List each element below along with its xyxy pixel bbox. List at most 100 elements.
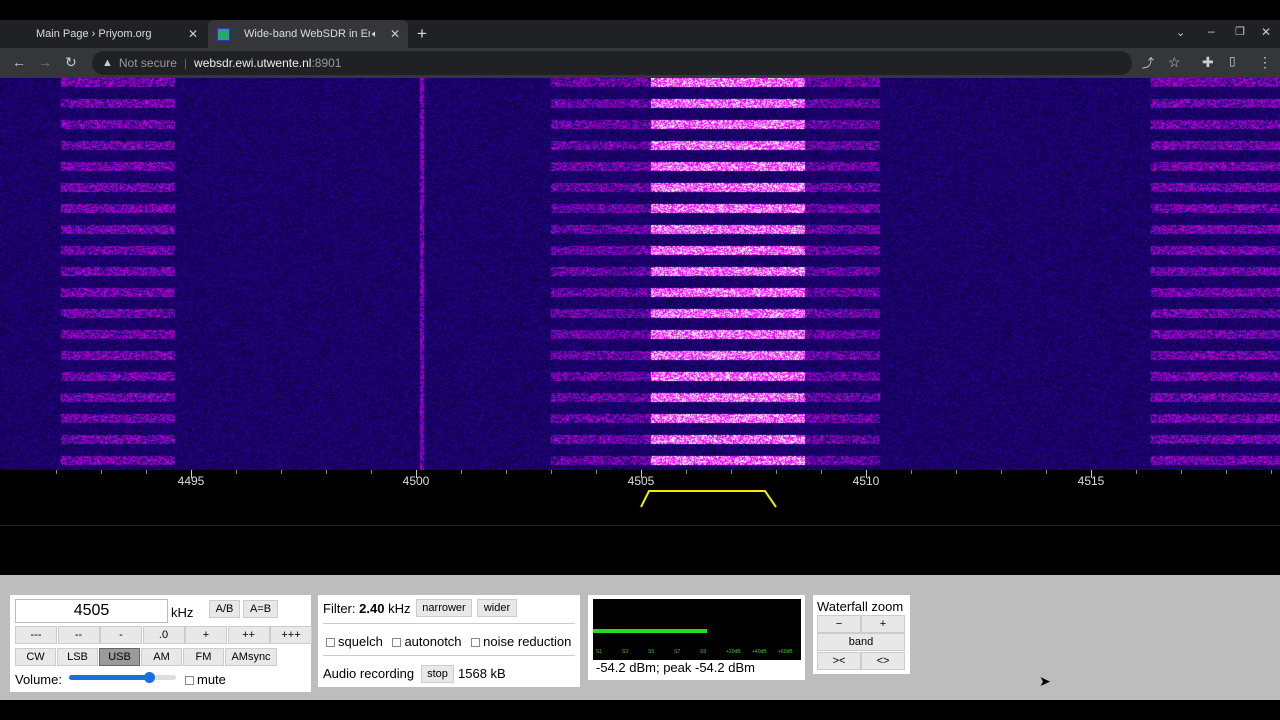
bookmark-star-icon[interactable]: ☆ bbox=[1168, 54, 1181, 71]
scale-tick bbox=[731, 470, 732, 474]
narrower-button[interactable]: narrower bbox=[416, 599, 472, 617]
scale-tick bbox=[1046, 470, 1047, 474]
zoom-in-button[interactable]: + bbox=[861, 615, 905, 633]
security-label: Not secure bbox=[118, 56, 177, 70]
spacer bbox=[0, 525, 1280, 575]
autonotch-label: autonotch bbox=[404, 634, 462, 649]
zoom-narrow-button[interactable]: >< bbox=[817, 652, 861, 670]
mode-button-fm[interactable]: FM bbox=[183, 648, 224, 666]
smeter-scale-label: S9 bbox=[700, 649, 707, 655]
smeter-box: S1 S3 S5 S7 S9 +20dB +40dB +60dB -54.2 dBm; pea… bbox=[588, 595, 805, 680]
filter-label: Filter: bbox=[323, 601, 356, 616]
scale-label: 4500 bbox=[402, 474, 430, 488]
waterfall-zoom-title: Waterfall zoom bbox=[817, 599, 904, 614]
ab-button[interactable]: A/B bbox=[209, 600, 240, 618]
squelch-checkbox[interactable]: squelch bbox=[326, 634, 383, 649]
scale-label: 4495 bbox=[177, 474, 205, 488]
speaker-icon[interactable]: 🔈︎ bbox=[372, 29, 378, 40]
mode-button-am[interactable]: AM bbox=[141, 648, 182, 666]
forward-icon[interactable]: → bbox=[38, 54, 52, 70]
tune-step-button[interactable]: + bbox=[185, 626, 227, 644]
autonotch-checkbox[interactable]: autonotch bbox=[392, 634, 462, 649]
waterfall-display[interactable] bbox=[0, 78, 1280, 470]
frequency-input[interactable]: 4505 bbox=[15, 599, 168, 623]
scale-tick bbox=[101, 470, 102, 474]
signal-level-bar bbox=[593, 629, 708, 633]
top-bar bbox=[0, 0, 1280, 20]
smeter-scale-label: +40dB bbox=[752, 649, 767, 655]
tab-websdr[interactable]: Wide-band WebSDR in Ensch 🔈︎ ✕ bbox=[208, 20, 408, 48]
squelch-label: squelch bbox=[338, 634, 383, 649]
url-port: :8901 bbox=[311, 56, 342, 70]
mode-button-cw[interactable]: CW bbox=[15, 648, 56, 666]
volume-slider[interactable] bbox=[69, 672, 176, 683]
tab-search-icon[interactable]: ⌄ bbox=[1176, 26, 1185, 39]
filter-box: Filter: 2.40 kHz narrower wider squelch … bbox=[318, 595, 580, 687]
mode-button-lsb[interactable]: LSB bbox=[57, 648, 98, 666]
scale-tick bbox=[911, 470, 912, 474]
noise-reduction-checkbox[interactable]: noise reduction bbox=[471, 634, 571, 649]
scale-tick bbox=[146, 470, 147, 474]
menu-icon[interactable]: ⋮ bbox=[1258, 54, 1272, 71]
reload-icon[interactable]: ↻ bbox=[65, 54, 77, 71]
restore-icon[interactable]: ❐ bbox=[1235, 25, 1245, 38]
recording-label: Audio recording bbox=[323, 666, 415, 681]
tune-step-button[interactable]: -- bbox=[57, 626, 100, 644]
zoom-out-button[interactable]: − bbox=[817, 615, 861, 633]
scale-label: 4505 bbox=[627, 474, 655, 488]
scale-tick bbox=[56, 470, 57, 474]
side-panel-icon[interactable]: ▯ bbox=[1229, 54, 1236, 68]
extensions-icon[interactable]: ✚ bbox=[1202, 54, 1214, 71]
scale-tick bbox=[506, 470, 507, 474]
frequency-scale[interactable]: 4495 4500 4505 4510 4515 bbox=[0, 470, 1280, 525]
smeter-scale-label: S3 bbox=[622, 649, 629, 655]
volume-label: Volume: bbox=[15, 672, 62, 687]
warning-icon: ▲ bbox=[102, 57, 113, 69]
close-window-icon[interactable]: ✕ bbox=[1261, 25, 1271, 39]
scale-tick bbox=[281, 470, 282, 474]
tune-step-button[interactable]: .0 bbox=[142, 626, 185, 644]
smeter-scale-label: +60dB bbox=[778, 649, 793, 655]
scale-tick bbox=[461, 470, 462, 474]
smeter-scale-label: S5 bbox=[648, 649, 655, 655]
mode-button-usb[interactable]: USB bbox=[99, 648, 140, 666]
scale-tick bbox=[236, 470, 237, 474]
tune-step-button[interactable]: - bbox=[100, 626, 142, 644]
filter-unit: kHz bbox=[388, 601, 411, 616]
url-host: websdr.ewi.utwente.nl bbox=[194, 56, 312, 70]
tune-step-button[interactable]: ++ bbox=[227, 626, 270, 644]
close-tab-icon[interactable]: ✕ bbox=[188, 27, 198, 41]
tab-priyom[interactable]: Main Page › Priyom.org ✕ bbox=[0, 20, 206, 48]
tuning-box: 4505 kHz A/B A=B Volume: mute --- -- - .0 + +… bbox=[10, 595, 312, 692]
share-icon[interactable]: ⤴ bbox=[1142, 54, 1154, 71]
tune-step-button[interactable]: --- bbox=[15, 626, 57, 644]
address-bar[interactable]: ▲ Not secure | websdr.ewi.utwente.nl :89… bbox=[92, 51, 1132, 75]
smeter-scale-label: +20dB bbox=[726, 649, 741, 655]
scale-tick bbox=[956, 470, 957, 474]
wider-button[interactable]: wider bbox=[477, 599, 517, 617]
signal-readout: -54.2 dBm; peak -54.2 dBm bbox=[596, 660, 755, 675]
new-tab-icon[interactable]: + bbox=[417, 24, 427, 44]
scale-tick bbox=[1181, 470, 1182, 474]
tune-step-button[interactable]: +++ bbox=[270, 626, 312, 644]
a-equals-b-button[interactable]: A=B bbox=[243, 600, 278, 618]
scale-tick bbox=[551, 470, 552, 474]
mouse-cursor-icon: ➤ bbox=[1039, 673, 1051, 689]
back-icon[interactable]: ← bbox=[12, 54, 26, 70]
scale-tick bbox=[821, 470, 822, 474]
bottom-bar bbox=[0, 700, 1280, 720]
band-button[interactable]: band bbox=[817, 633, 905, 651]
mode-button-amsync[interactable]: AMsync bbox=[225, 648, 277, 666]
scale-tick bbox=[1001, 470, 1002, 474]
zoom-wide-button[interactable]: <> bbox=[861, 652, 905, 670]
scale-tick bbox=[1136, 470, 1137, 474]
mute-checkbox[interactable]: mute bbox=[185, 672, 226, 687]
scale-label: 4510 bbox=[852, 474, 880, 488]
signal-meter: S1 S3 S5 S7 S9 +20dB +40dB +60dB bbox=[593, 599, 801, 660]
minimize-icon[interactable]: – bbox=[1208, 24, 1215, 38]
close-tab-icon[interactable]: ✕ bbox=[390, 27, 400, 41]
scale-label: 4515 bbox=[1077, 474, 1105, 488]
smeter-scale-label: S7 bbox=[674, 649, 681, 655]
stop-recording-button[interactable]: stop bbox=[421, 665, 454, 683]
scale-tick bbox=[596, 470, 597, 474]
